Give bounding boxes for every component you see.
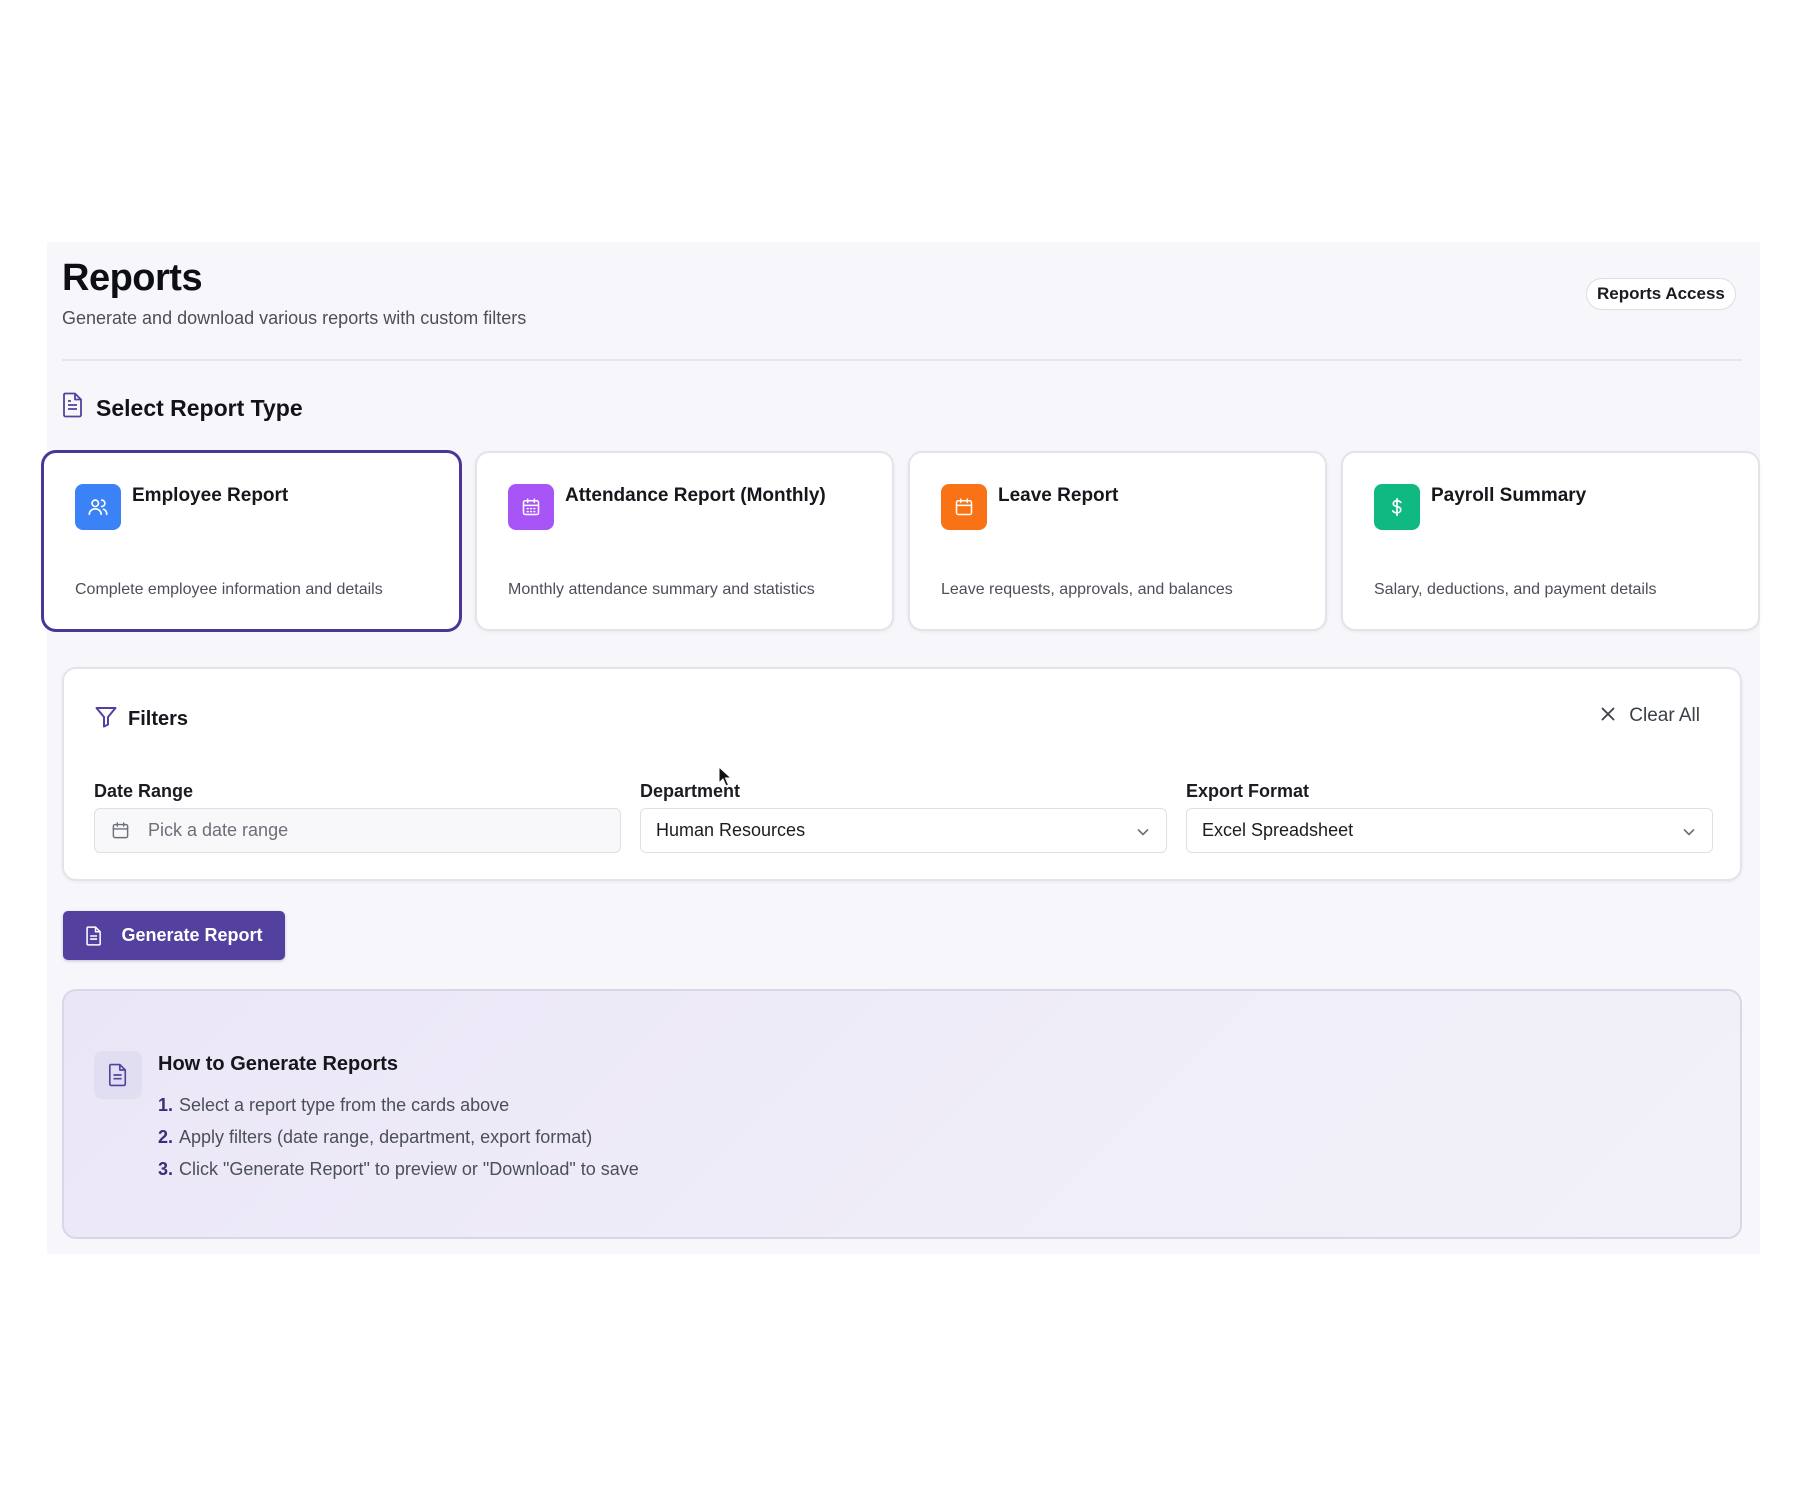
card-payroll-summary[interactable]: Payroll Summary Salary, deductions, and … [1341, 451, 1760, 631]
users-icon [75, 484, 121, 530]
date-range-placeholder: Pick a date range [148, 820, 289, 840]
card-title: Leave Report [998, 485, 1119, 506]
filters-heading: Filters [94, 705, 188, 734]
export-format-value: Excel Spreadsheet [1202, 820, 1354, 840]
department-select[interactable]: Human Resources [640, 808, 1167, 853]
filter-icon [94, 705, 118, 734]
how-to-title: How to Generate Reports [158, 1053, 399, 1075]
select-report-type-heading: Select Report Type [62, 392, 303, 423]
date-range-label: Date Range [94, 781, 194, 801]
calendar-icon [941, 484, 987, 530]
generate-report-label: Generate Report [121, 925, 263, 945]
filters-heading-text: Filters [128, 708, 189, 730]
chevron-down-icon [1136, 823, 1150, 844]
card-title: Attendance Report (Monthly) [565, 485, 826, 506]
page-subtitle: Generate and download various reports wi… [62, 308, 527, 328]
file-text-icon [85, 925, 103, 946]
card-leave-report[interactable]: Leave Report Leave requests, approvals, … [908, 451, 1327, 631]
how-to-panel: How to Generate Reports 1. Select a repor… [62, 989, 1742, 1239]
card-employee-report[interactable]: Employee Report Complete employee inform… [42, 451, 461, 631]
clear-all-label: Clear All [1629, 705, 1700, 726]
date-range-picker[interactable]: Pick a date range [94, 808, 621, 853]
card-title: Employee Report [132, 485, 289, 506]
how-to-step: 3. Click "Generate Report" to preview or … [158, 1159, 639, 1179]
export-format-select[interactable]: Excel Spreadsheet [1186, 808, 1713, 853]
card-description: Complete employee information and detail… [75, 581, 383, 598]
filters-panel: Filters Clear All Date Range Pick a date… [62, 667, 1742, 881]
dollar-icon [1374, 484, 1420, 530]
calendar-icon [111, 821, 130, 840]
card-title: Payroll Summary [1431, 485, 1587, 506]
report-type-cards: Employee Report Complete employee inform… [42, 451, 1760, 631]
chevron-down-icon [1682, 823, 1696, 844]
section-heading-text: Select Report Type [96, 394, 303, 421]
generate-report-button[interactable]: Generate Report [63, 911, 285, 960]
close-icon [1601, 705, 1615, 727]
how-to-step: 2. Apply filters (date range, department,… [158, 1127, 593, 1147]
reports-access-badge: Reports Access [1586, 278, 1736, 310]
export-format-label: Export Format [1186, 781, 1310, 801]
how-to-steps: 1. Select a report type from the cards ab… [158, 1089, 639, 1185]
department-value: Human Resources [656, 820, 806, 840]
card-description: Leave requests, approvals, and balances [941, 581, 1233, 598]
page-title: Reports [62, 257, 203, 299]
card-attendance-report[interactable]: Attendance Report (Monthly) Monthly atte… [475, 451, 894, 631]
calendar-grid-icon [508, 484, 554, 530]
how-to-step: 1. Select a report type from the cards ab… [158, 1095, 510, 1115]
header-divider [62, 359, 1742, 361]
clear-all-button[interactable]: Clear All [1601, 705, 1700, 727]
card-description: Monthly attendance summary and statistic… [508, 581, 815, 598]
file-text-icon [94, 1051, 142, 1099]
mouse-cursor-icon [718, 765, 733, 793]
card-description: Salary, deductions, and payment details [1374, 581, 1657, 598]
file-text-icon [62, 392, 84, 423]
